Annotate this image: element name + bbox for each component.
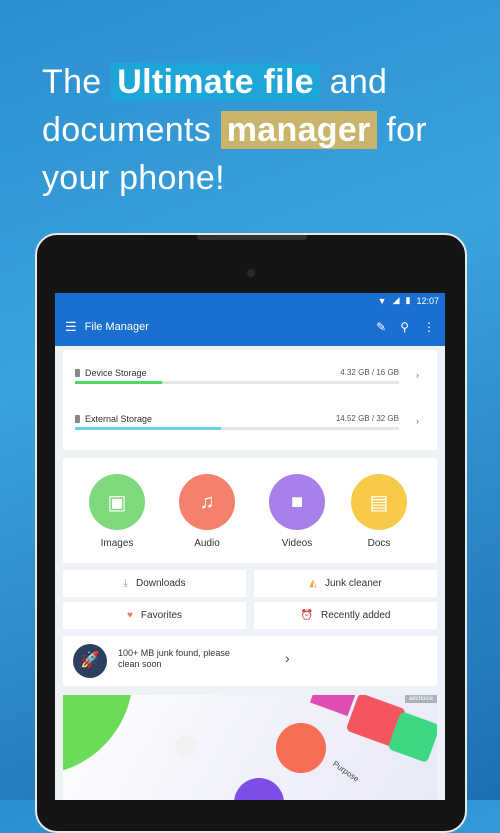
external-storage-row[interactable]: External Storage 14.52 GB / 32 GB ›: [75, 414, 427, 434]
highlight-ultimate: Ultimate file: [111, 63, 320, 101]
storage-progress: [75, 381, 399, 384]
adchoice-badge[interactable]: adchoice: [404, 695, 437, 703]
downloads-button[interactable]: ⤓ Downloads: [63, 570, 246, 597]
cleaner-icon[interactable]: ✎: [376, 320, 386, 334]
highlight-manager: manager: [220, 111, 377, 149]
sd-card-icon: [75, 415, 80, 423]
category-audio[interactable]: ♫ Audio: [177, 474, 237, 549]
more-vert-icon[interactable]: ⋮: [423, 320, 435, 334]
junk-cleaner-button[interactable]: ◭ Junk cleaner: [254, 570, 437, 597]
storage-card: [63, 350, 437, 450]
category-docs[interactable]: ▤ Docs: [349, 474, 409, 549]
device-storage-row[interactable]: Device Storage 4.32 GB / 16 GB ›: [75, 368, 427, 388]
phone-icon: [75, 369, 80, 377]
rocket-icon: 🚀: [73, 644, 107, 678]
recently-added-button[interactable]: ⏰ Recently added: [254, 602, 437, 629]
signal-icon: ◢: [392, 295, 400, 305]
menu-icon[interactable]: ☰: [65, 319, 77, 335]
category-images[interactable]: ▣ Images: [87, 474, 147, 549]
wifi-icon: ▼: [377, 295, 387, 306]
favorites-button[interactable]: ♥ Favorites: [63, 602, 246, 629]
clock: 12:07: [416, 295, 439, 306]
image-icon: ▣: [89, 474, 145, 530]
chevron-right-icon: ›: [416, 370, 419, 380]
chevron-right-icon: ›: [416, 416, 419, 426]
app-title: File Manager: [84, 321, 149, 333]
chevron-right-icon: ›: [285, 650, 290, 666]
music-icon: ♫: [179, 474, 235, 530]
download-icon: ⤓: [123, 578, 128, 589]
broom-icon: ◭: [309, 578, 317, 589]
search-icon[interactable]: ⚲: [400, 320, 409, 334]
app-bar: ☰ File Manager ✎ ⚲ ⋮: [55, 308, 445, 346]
app-screen: ▼ ◢ ▮ 12:07 ☰ File Manager ✎ ⚲ ⋮ Device …: [55, 293, 445, 800]
heart-icon: ♥: [126, 610, 133, 621]
battery-icon: ▮: [405, 295, 411, 305]
category-videos[interactable]: ■ Videos: [267, 474, 327, 549]
video-icon: ■: [269, 474, 325, 530]
camera: [247, 269, 255, 277]
junk-card[interactable]: 🚀 100+ MB junk found, please clean soon …: [63, 636, 437, 686]
speaker: [197, 235, 307, 240]
status-bar: ▼ ◢ ▮ 12:07: [55, 293, 445, 308]
ad-banner[interactable]: Purpose adchoice: [63, 695, 437, 800]
storage-progress: [75, 427, 399, 430]
headline: The Ultimate file and documents manager …: [42, 63, 427, 197]
alarm-icon: ⏰: [300, 610, 313, 621]
doc-icon: ▤: [351, 474, 407, 530]
